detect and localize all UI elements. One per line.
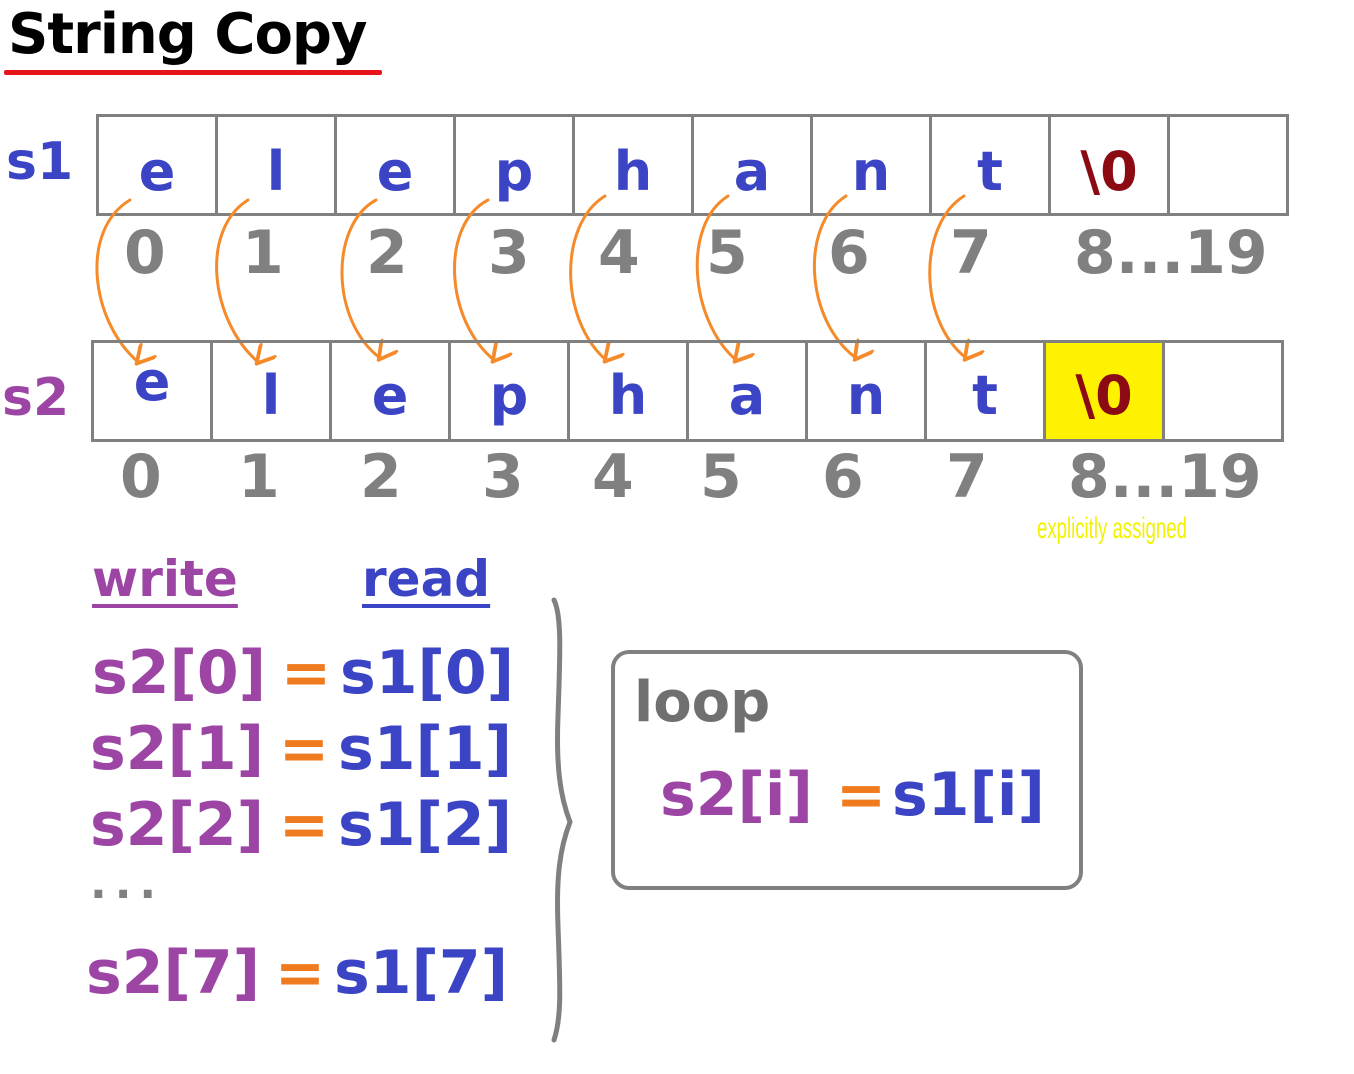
s2-char-5: a (728, 363, 766, 427)
copy-arrow-0 (95, 198, 138, 362)
s2-char-4: h (608, 363, 648, 427)
assignment-lhs: s2[2] (90, 790, 265, 860)
s2-index-4: 4 (592, 442, 634, 512)
assignment-line: s2[7] = s1[7] (86, 938, 508, 1008)
loop-title: loop (634, 670, 771, 735)
copy-arrow-6 (812, 194, 856, 358)
s2-index-3: 3 (482, 442, 524, 512)
copy-arrow-3 (453, 198, 494, 360)
s2-index-5: 5 (700, 442, 742, 512)
s2-char-3: p (489, 363, 529, 427)
s2-cell-6: n (805, 340, 927, 442)
s2-index-8-19: 8...19 (1068, 442, 1262, 512)
s2-cell-8: \0 (1043, 340, 1165, 442)
assignment-rhs: s1[1] (338, 714, 513, 784)
write-header: write (92, 550, 238, 608)
loop-op: = (835, 760, 887, 830)
assignment-op: = (278, 714, 330, 784)
read-header: read (362, 550, 491, 608)
s2-char-1: l (261, 363, 281, 427)
copy-arrow-1 (215, 198, 258, 362)
s2-cell-5: a (686, 340, 808, 442)
assignment-op: = (274, 938, 326, 1008)
s2-cell-3: p (448, 340, 570, 442)
copy-arrow-7 (928, 194, 966, 358)
curly-brace (551, 597, 573, 1043)
s2-null-char: \0 (1075, 363, 1133, 427)
ellipsis: ... (90, 858, 165, 909)
copy-arrow-2 (340, 198, 380, 358)
assignment-op: = (280, 638, 332, 708)
assignment-rhs: s1[0] (340, 638, 515, 708)
s2-cell-7: t (924, 340, 1046, 442)
copy-arrow-4 (569, 194, 606, 360)
s2-char-7: t (972, 363, 998, 427)
s2-index-1: 1 (238, 442, 280, 512)
s2-char-0: e (133, 349, 171, 413)
assignment-line: s2[1] = s1[1] (90, 714, 512, 784)
assignment-lhs: s2[1] (90, 714, 265, 784)
s2-array: e l e p h a n t \0 (91, 340, 1284, 442)
loop-assignment: s2[i] = s1[i] (660, 760, 1045, 830)
s2-char-2: e (371, 363, 409, 427)
loop-rhs: s1[i] (892, 760, 1045, 830)
assignment-op: = (278, 790, 330, 860)
assignment-rhs: s1[7] (334, 938, 509, 1008)
s2-cell-9 (1162, 340, 1284, 442)
s2-index-0: 0 (120, 442, 162, 512)
assignment-lhs: s2[7] (86, 938, 261, 1008)
assignment-rhs: s1[2] (338, 790, 513, 860)
loop-lhs: s2[i] (660, 760, 813, 830)
s2-index-6: 6 (822, 442, 864, 512)
copy-arrow-5 (695, 194, 736, 360)
s2-index-7: 7 (946, 442, 988, 512)
s2-cell-1: l (210, 340, 332, 442)
s2-cell-2: e (329, 340, 451, 442)
assignment-line: s2[0] = s1[0] (92, 638, 514, 708)
s2-index-2: 2 (360, 442, 402, 512)
s2-cell-0: e (91, 340, 213, 442)
s2-char-6: n (846, 363, 886, 427)
assignment-lhs: s2[0] (92, 638, 267, 708)
explicitly-assigned-note: explicitly assigned (1037, 512, 1187, 545)
s2-cell-4: h (567, 340, 689, 442)
assignment-line: s2[2] = s1[2] (90, 790, 512, 860)
